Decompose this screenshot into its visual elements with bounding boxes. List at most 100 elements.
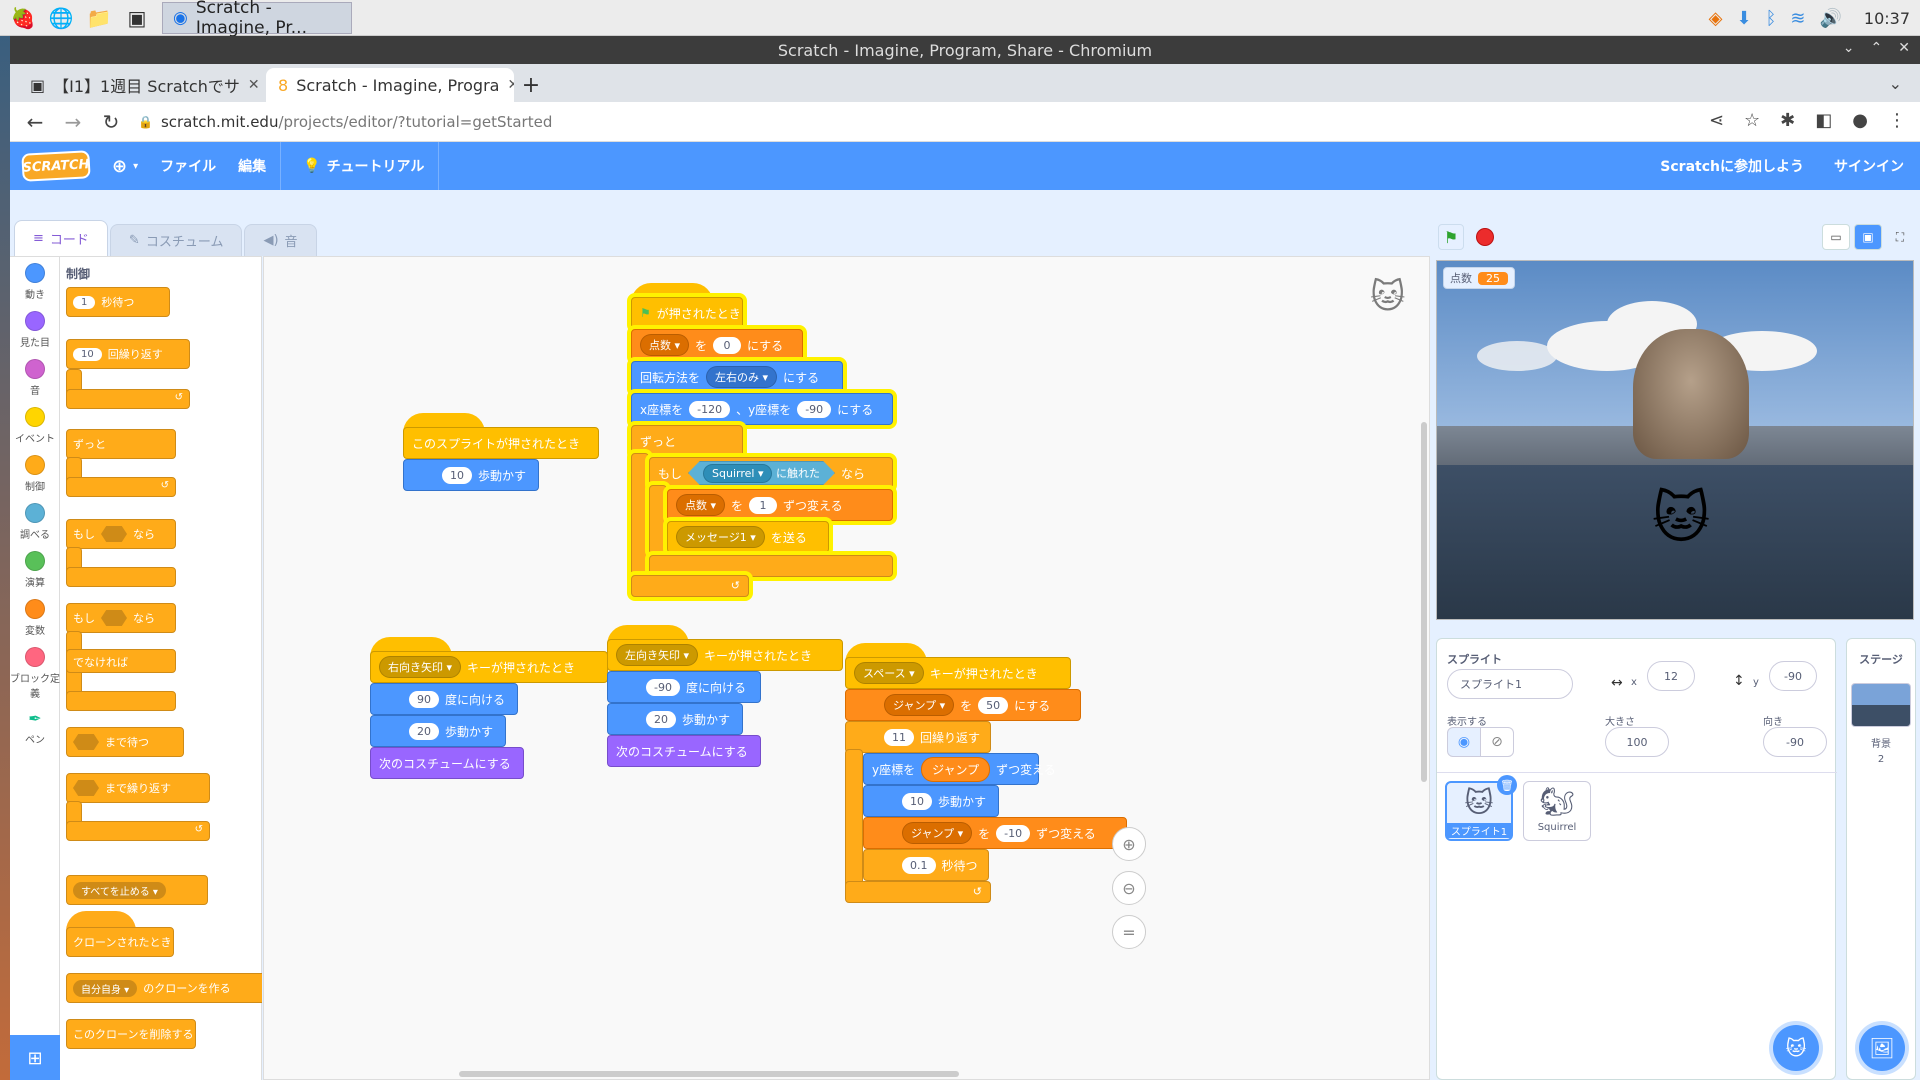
cat-sprite[interactable]: 🐱 bbox=[1649, 479, 1713, 559]
tab-costumes[interactable]: ✎ コスチューム bbox=[109, 224, 243, 256]
extensions-icon[interactable]: ✱ bbox=[1780, 110, 1795, 131]
number-input[interactable]: 0.1 bbox=[902, 856, 936, 874]
stage-canvas[interactable]: 🐱 点数 25 bbox=[1436, 260, 1914, 620]
go-to-xy-block[interactable]: x座標を -120 、y座標を -90 にする bbox=[631, 393, 893, 425]
number-input[interactable]: 20 bbox=[646, 710, 676, 728]
add-backdrop-button[interactable]: 🖼 bbox=[1859, 1025, 1905, 1071]
category-motion[interactable]: 動き bbox=[10, 263, 60, 301]
tab-close-icon[interactable]: ✕ bbox=[248, 77, 260, 93]
wait-block[interactable]: 0.1 秒待つ bbox=[863, 849, 989, 881]
category-looks[interactable]: 見た目 bbox=[10, 311, 60, 349]
sprite-thumbnail[interactable]: 🐿 Squirrel bbox=[1523, 781, 1591, 841]
file-menu[interactable]: ファイル bbox=[160, 156, 216, 176]
point-direction-block[interactable]: -90 度に向ける bbox=[607, 671, 761, 703]
sign-in-link[interactable]: サインイン bbox=[1834, 156, 1904, 176]
forward-icon[interactable]: → bbox=[62, 110, 84, 134]
palette-block-wait[interactable]: 1 秒待つ bbox=[66, 287, 170, 317]
download-icon[interactable]: ⬇ bbox=[1736, 8, 1751, 29]
tutorials-menu[interactable]: 💡 チュートリアル bbox=[303, 156, 424, 176]
variable-dropdown[interactable]: ジャンプ ▾ bbox=[884, 694, 955, 716]
close-icon[interactable]: ✕ bbox=[1898, 40, 1910, 56]
new-tab-button[interactable]: + bbox=[514, 68, 548, 102]
add-extension-button[interactable]: ⊞ bbox=[10, 1035, 60, 1080]
x-field[interactable]: 12 bbox=[1647, 661, 1695, 691]
number-input[interactable]: 1 bbox=[749, 496, 778, 514]
palette-block-stop[interactable]: すべてを止める ▾ bbox=[66, 875, 208, 905]
when-flag-clicked-block[interactable]: ⚑ が押されたとき bbox=[631, 297, 743, 329]
boolean-slot[interactable] bbox=[101, 610, 127, 626]
palette-block-if-else[interactable]: もし なら bbox=[66, 603, 176, 633]
bookmark-star-icon[interactable]: ☆ bbox=[1744, 110, 1760, 131]
sprite-dropdown[interactable]: Squirrel ▾ bbox=[703, 464, 773, 483]
raspberry-menu-icon[interactable]: 🍓 bbox=[8, 3, 38, 33]
repeat-block[interactable]: 11 回繰り返す bbox=[845, 721, 991, 753]
zoom-reset-button[interactable]: = bbox=[1112, 915, 1146, 949]
number-input[interactable]: -10 bbox=[996, 824, 1031, 842]
lock-icon[interactable]: 🔒 bbox=[138, 115, 153, 129]
move-steps-block[interactable]: 20 歩動かす bbox=[370, 715, 506, 747]
change-variable-block[interactable]: ジャンプ ▾ を -10 ずつ変える bbox=[863, 817, 1127, 849]
sprite-thumbnail[interactable]: 🐱 スプライト1 🗑 bbox=[1445, 775, 1517, 841]
category-pen[interactable]: ✒ ペン bbox=[10, 709, 60, 746]
number-input[interactable]: 11 bbox=[884, 728, 914, 746]
category-operators[interactable]: 演算 bbox=[10, 551, 60, 589]
edit-menu[interactable]: 編集 bbox=[238, 156, 266, 176]
category-my-blocks[interactable]: ブロック定義 bbox=[10, 647, 60, 700]
zoom-out-button[interactable]: ⊖ bbox=[1112, 871, 1146, 905]
tab-code[interactable]: ≡ コード bbox=[14, 220, 108, 256]
palette-block-repeat-until[interactable]: まで繰り返す bbox=[66, 773, 210, 803]
zoom-in-button[interactable]: ⊕ bbox=[1112, 827, 1146, 861]
category-events[interactable]: イベント bbox=[10, 407, 60, 445]
share-icon[interactable]: ⋖ bbox=[1709, 110, 1724, 131]
set-variable-block[interactable]: 点数 ▾ を 0 にする bbox=[631, 329, 803, 361]
script-workspace[interactable]: 🐱 ⚑ が押されたとき 点数 ▾ を 0 にする 回転方法を 左右のみ ▾ にする x座標を… bbox=[263, 256, 1430, 1080]
boolean-slot[interactable] bbox=[101, 526, 127, 542]
when-key-pressed-block[interactable]: 左向き矢印 ▾ キーが押されたとき bbox=[607, 639, 843, 671]
y-field[interactable]: -90 bbox=[1769, 661, 1817, 691]
tab-search-icon[interactable]: ⌄ bbox=[1889, 74, 1902, 93]
block-dropdown[interactable]: すべてを止める ▾ bbox=[73, 881, 166, 899]
clock[interactable]: 10:37 bbox=[1864, 9, 1910, 28]
number-input[interactable]: 10 bbox=[902, 792, 932, 810]
stage-target-pane[interactable]: ステージ 背景 2 🖼 bbox=[1846, 638, 1916, 1080]
delete-sprite-button[interactable]: 🗑 bbox=[1497, 775, 1517, 795]
set-rotation-style-block[interactable]: 回転方法を 左右のみ ▾ にする bbox=[631, 361, 843, 393]
large-stage-button[interactable]: ▣ bbox=[1854, 224, 1882, 250]
reload-icon[interactable]: ↻ bbox=[100, 110, 122, 134]
sprite-name-field[interactable]: スプライト1 bbox=[1447, 669, 1573, 699]
palette-block-create-clone[interactable]: 自分自身 ▾ のクローンを作る bbox=[66, 973, 262, 1003]
variable-dropdown[interactable]: 点数 ▾ bbox=[676, 494, 726, 516]
fullscreen-button[interactable]: ⛶ bbox=[1886, 224, 1914, 250]
size-field[interactable]: 100 bbox=[1605, 727, 1669, 757]
number-input[interactable]: 0 bbox=[713, 336, 742, 354]
squirrel-sprite[interactable] bbox=[1633, 329, 1749, 459]
browser-tab-active[interactable]: 8 Scratch - Imagine, Progra ✕ bbox=[266, 68, 514, 102]
terminal-icon[interactable]: ▣ bbox=[122, 3, 152, 33]
scratch-logo[interactable]: SCRATCH bbox=[21, 150, 91, 182]
move-steps-block[interactable]: 10 歩動かす bbox=[863, 785, 999, 817]
change-variable-block[interactable]: 点数 ▾ を 1 ずつ変える bbox=[667, 489, 893, 521]
set-variable-block[interactable]: ジャンプ ▾ を 50 にする bbox=[845, 689, 1081, 721]
palette-block-repeat[interactable]: 10 回繰り返す bbox=[66, 339, 190, 369]
add-sprite-button[interactable]: 🐱 bbox=[1773, 1025, 1819, 1071]
if-block[interactable]: もし Squirrel ▾ に触れた なら bbox=[649, 457, 893, 489]
boolean-slot[interactable] bbox=[73, 734, 99, 750]
next-costume-block[interactable]: 次のコスチュームにする bbox=[370, 747, 524, 779]
volume-icon[interactable]: 🔊 bbox=[1819, 8, 1841, 29]
small-stage-button[interactable]: ▭ bbox=[1822, 224, 1850, 250]
green-flag-button[interactable]: ⚑ bbox=[1438, 224, 1464, 250]
change-y-block[interactable]: y座標を ジャンプ ずつ変える bbox=[863, 753, 1056, 785]
touching-block[interactable]: Squirrel ▾ に触れた bbox=[688, 461, 835, 485]
bluetooth-icon[interactable]: ᛒ bbox=[1766, 8, 1777, 29]
palette-block-if[interactable]: もし なら bbox=[66, 519, 176, 549]
category-variables[interactable]: 変数 bbox=[10, 599, 60, 637]
forever-block[interactable]: ずっと bbox=[631, 425, 743, 457]
block-input[interactable]: 10 bbox=[73, 347, 102, 361]
profile-icon[interactable]: ● bbox=[1852, 110, 1868, 131]
language-menu[interactable]: ⊕ ▾ bbox=[112, 156, 138, 177]
number-input[interactable]: 50 bbox=[978, 696, 1009, 714]
boolean-slot[interactable] bbox=[73, 780, 99, 796]
palette-block-wait-until[interactable]: まで待つ bbox=[66, 727, 184, 757]
x-input[interactable]: -120 bbox=[689, 400, 731, 418]
maximize-icon[interactable]: ⌃ bbox=[1871, 40, 1883, 56]
